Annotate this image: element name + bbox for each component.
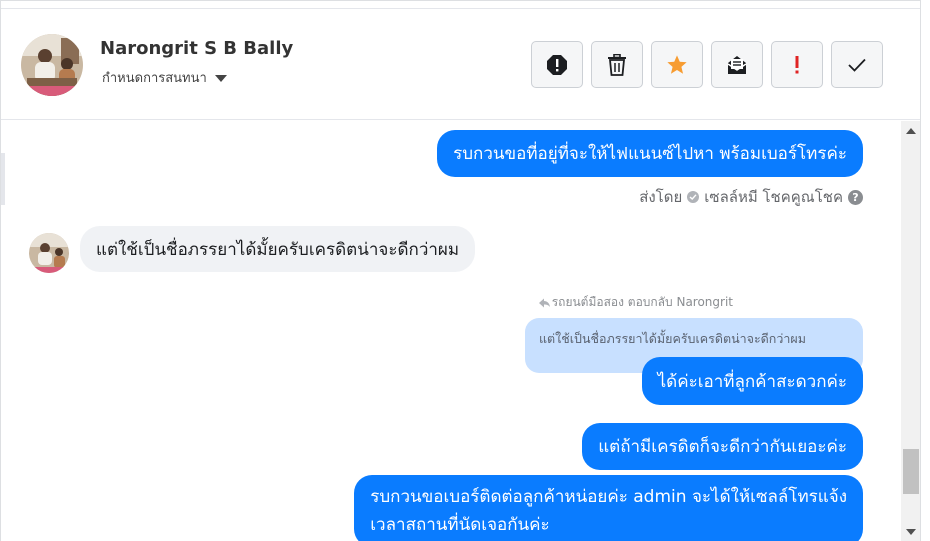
important-button[interactable] <box>771 41 823 88</box>
scrollbar[interactable] <box>901 121 920 541</box>
action-toolbar <box>531 41 883 88</box>
verified-check-icon <box>687 191 700 203</box>
message-outgoing[interactable]: รบกวนขอที่อยู่ที่จะให้ไฟแนนซ์ไปหา พร้อมเ… <box>437 130 863 177</box>
reply-header: รถยนต์มือสอง ตอบกลับ Narongrit <box>538 293 733 312</box>
mark-unread-button[interactable] <box>711 41 763 88</box>
trash-icon <box>608 53 626 76</box>
delete-button[interactable] <box>591 41 643 88</box>
alert-octagon-icon <box>547 54 567 75</box>
contact-name: Narongrit S B Bally <box>100 38 294 59</box>
spam-button[interactable] <box>531 41 583 88</box>
message-thread: รบกวนขอที่อยู่ที่จะให้ไฟแนนซ์ไปหา พร้อมเ… <box>1 121 901 541</box>
open-mail-icon <box>727 55 747 74</box>
scroll-down-arrow-icon[interactable] <box>906 529 916 535</box>
top-strip <box>1 1 920 9</box>
scrollbar-thumb[interactable] <box>903 449 919 494</box>
message-outgoing[interactable]: แต่ถ้ามีเครดิตก็จะดีกว่ากันเยอะค่ะ <box>582 423 863 470</box>
message-outgoing[interactable]: ได้ค่ะเอาที่ลูกค้าสะดวกค่ะ <box>641 357 863 405</box>
help-icon[interactable]: ? <box>848 189 863 205</box>
reply-arrow-icon <box>538 298 550 307</box>
message-line: รบกวนขอเบอร์ติดต่อลูกค้าหน่อยค่ะ admin จ… <box>370 487 847 507</box>
avatar[interactable] <box>21 34 83 96</box>
reply-header-text: รถยนต์มือสอง ตอบกลับ Narongrit <box>551 295 733 309</box>
star-icon <box>667 54 687 74</box>
conversation-header: Narongrit S B Bally กำหนดการสนทนา <box>1 9 920 120</box>
scroll-up-arrow-icon[interactable] <box>906 128 916 134</box>
message-incoming[interactable]: แต่ใช้เป็นชื่อภรรยาได้มั้ยครับเครดิตน่าจ… <box>80 226 476 272</box>
assign-conversation-dropdown[interactable]: กำหนดการสนทนา <box>102 67 227 88</box>
message-line: เวลาสถานที่นัดเจอกันค่ะ <box>370 515 550 535</box>
caret-down-icon <box>214 75 227 82</box>
sent-by-label: ส่งโดย <box>639 188 683 206</box>
messenger-window: Narongrit S B Bally กำหนดการสนทนา รบกวนข… <box>0 0 921 541</box>
sent-by-line: ส่งโดย เซลล์หมี โชคคูณโชค ? <box>639 185 863 209</box>
message-outgoing[interactable]: รบกวนขอเบอร์ติดต่อลูกค้าหน่อยค่ะ admin จ… <box>354 475 863 541</box>
assign-label: กำหนดการสนทนา <box>102 71 207 86</box>
contact-avatar[interactable] <box>29 233 69 273</box>
exclamation-icon <box>795 55 799 73</box>
check-icon <box>848 58 866 72</box>
done-button[interactable] <box>831 41 883 88</box>
star-button[interactable] <box>651 41 703 88</box>
sender-name[interactable]: เซลล์หมี โชคคูณโชค <box>704 185 843 209</box>
